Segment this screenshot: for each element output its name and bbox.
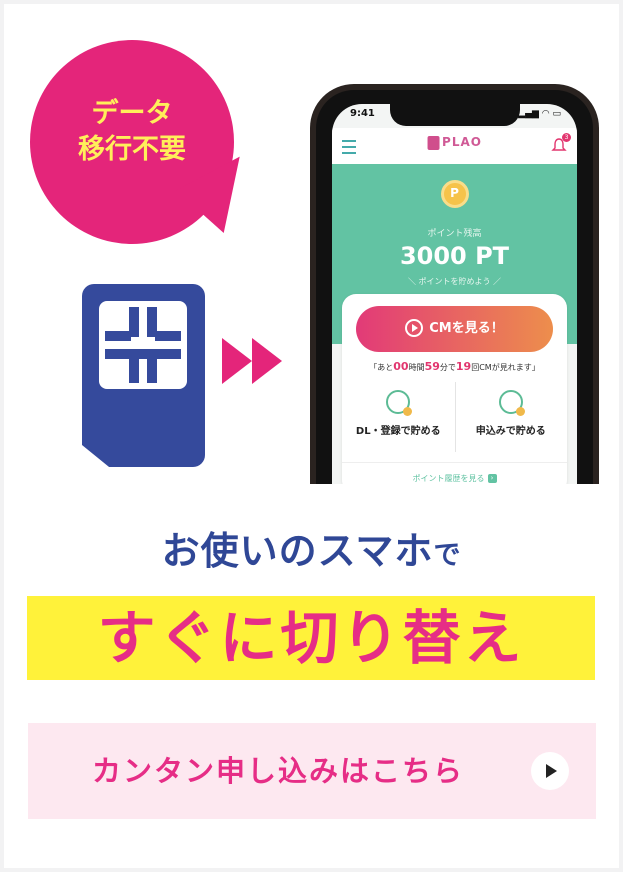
logo-mark-icon xyxy=(427,135,440,150)
earn-by-signup-label: DL・登録で貯める xyxy=(355,426,441,437)
headline-primary-particle: で xyxy=(433,540,462,571)
double-arrow-icon xyxy=(222,338,282,384)
headline-primary-main: お使いのスマホ xyxy=(161,529,434,573)
point-history-link[interactable]: ポイント履歴を見る › xyxy=(342,462,567,484)
remaining-minutes: 59 xyxy=(424,360,440,373)
app-logo-text: PLAO xyxy=(442,135,482,149)
play-arrow-icon xyxy=(531,752,569,790)
chevron-right-icon: › xyxy=(487,474,497,483)
app-header: PLAO 3 xyxy=(332,128,577,164)
menu-icon[interactable] xyxy=(342,140,356,154)
notification-badge: 3 xyxy=(562,133,571,142)
status-icons: ▂▄▆ ◠ ▭ xyxy=(518,109,561,119)
remaining-minutes-unit: 分で xyxy=(439,363,456,372)
phone-screen: 9:41 ▂▄▆ ◠ ▭ PLAO 3 ポイント残高 3000 PT ＼ ポイン… xyxy=(332,104,577,484)
remaining-hours-unit: 時間 xyxy=(408,363,425,372)
remaining-cm-text: 「あと00時間59分で19回CMが見れます」 xyxy=(369,360,540,373)
remaining-count: 19 xyxy=(455,360,472,373)
checkmark-icon xyxy=(386,390,413,416)
headline-primary: お使いのスマホで xyxy=(0,520,623,575)
points-label: ポイント残高 xyxy=(427,229,482,239)
apply-cta-label: カンタン申し込みはこちら xyxy=(91,754,464,788)
watch-cm-button[interactable]: CMを見る！ xyxy=(356,306,553,352)
point-coin-icon xyxy=(440,180,469,208)
speech-bubble-text: データ 移行不要 xyxy=(30,96,234,168)
earn-panel: CMを見る！ 「あと00時間59分で19回CMが見れます」 DL・登録で貯める … xyxy=(342,294,567,484)
earn-by-application-button[interactable]: 申込みで貯める xyxy=(455,382,568,452)
bubble-line-2: 移行不要 xyxy=(78,134,186,165)
sim-chip-icon xyxy=(99,301,187,389)
remaining-hours: 00 xyxy=(393,360,409,373)
watch-cm-label: CMを見る！ xyxy=(429,321,504,336)
smartphone-mockup: 9:41 ▂▄▆ ◠ ▭ PLAO 3 ポイント残高 3000 PT ＼ ポイン… xyxy=(310,84,599,484)
remaining-suffix: 回CMが見れます xyxy=(471,363,532,372)
points-subtitle: ＼ ポイントを貯めよう ／ xyxy=(407,277,502,286)
bubble-line-1: データ xyxy=(91,98,173,129)
remaining-prefix: あと xyxy=(377,363,394,372)
earn-by-signup-button[interactable]: DL・登録で貯める xyxy=(342,382,456,452)
headline-secondary: すぐに切り替え xyxy=(97,604,525,672)
status-time: 9:41 xyxy=(350,108,375,119)
phone-notch xyxy=(389,104,520,126)
apply-cta-button[interactable]: カンタン申し込みはこちら xyxy=(28,723,596,819)
points-value: 3000 PT xyxy=(399,242,510,270)
earn-by-application-label: 申込みで貯める xyxy=(475,426,546,437)
phone-bezel: 9:41 ▂▄▆ ◠ ▭ PLAO 3 ポイント残高 3000 PT ＼ ポイン… xyxy=(316,90,593,484)
play-icon xyxy=(405,318,424,337)
pencil-icon xyxy=(498,390,525,416)
point-history-label: ポイント履歴を見る xyxy=(412,474,485,483)
app-logo: PLAO xyxy=(427,135,482,150)
